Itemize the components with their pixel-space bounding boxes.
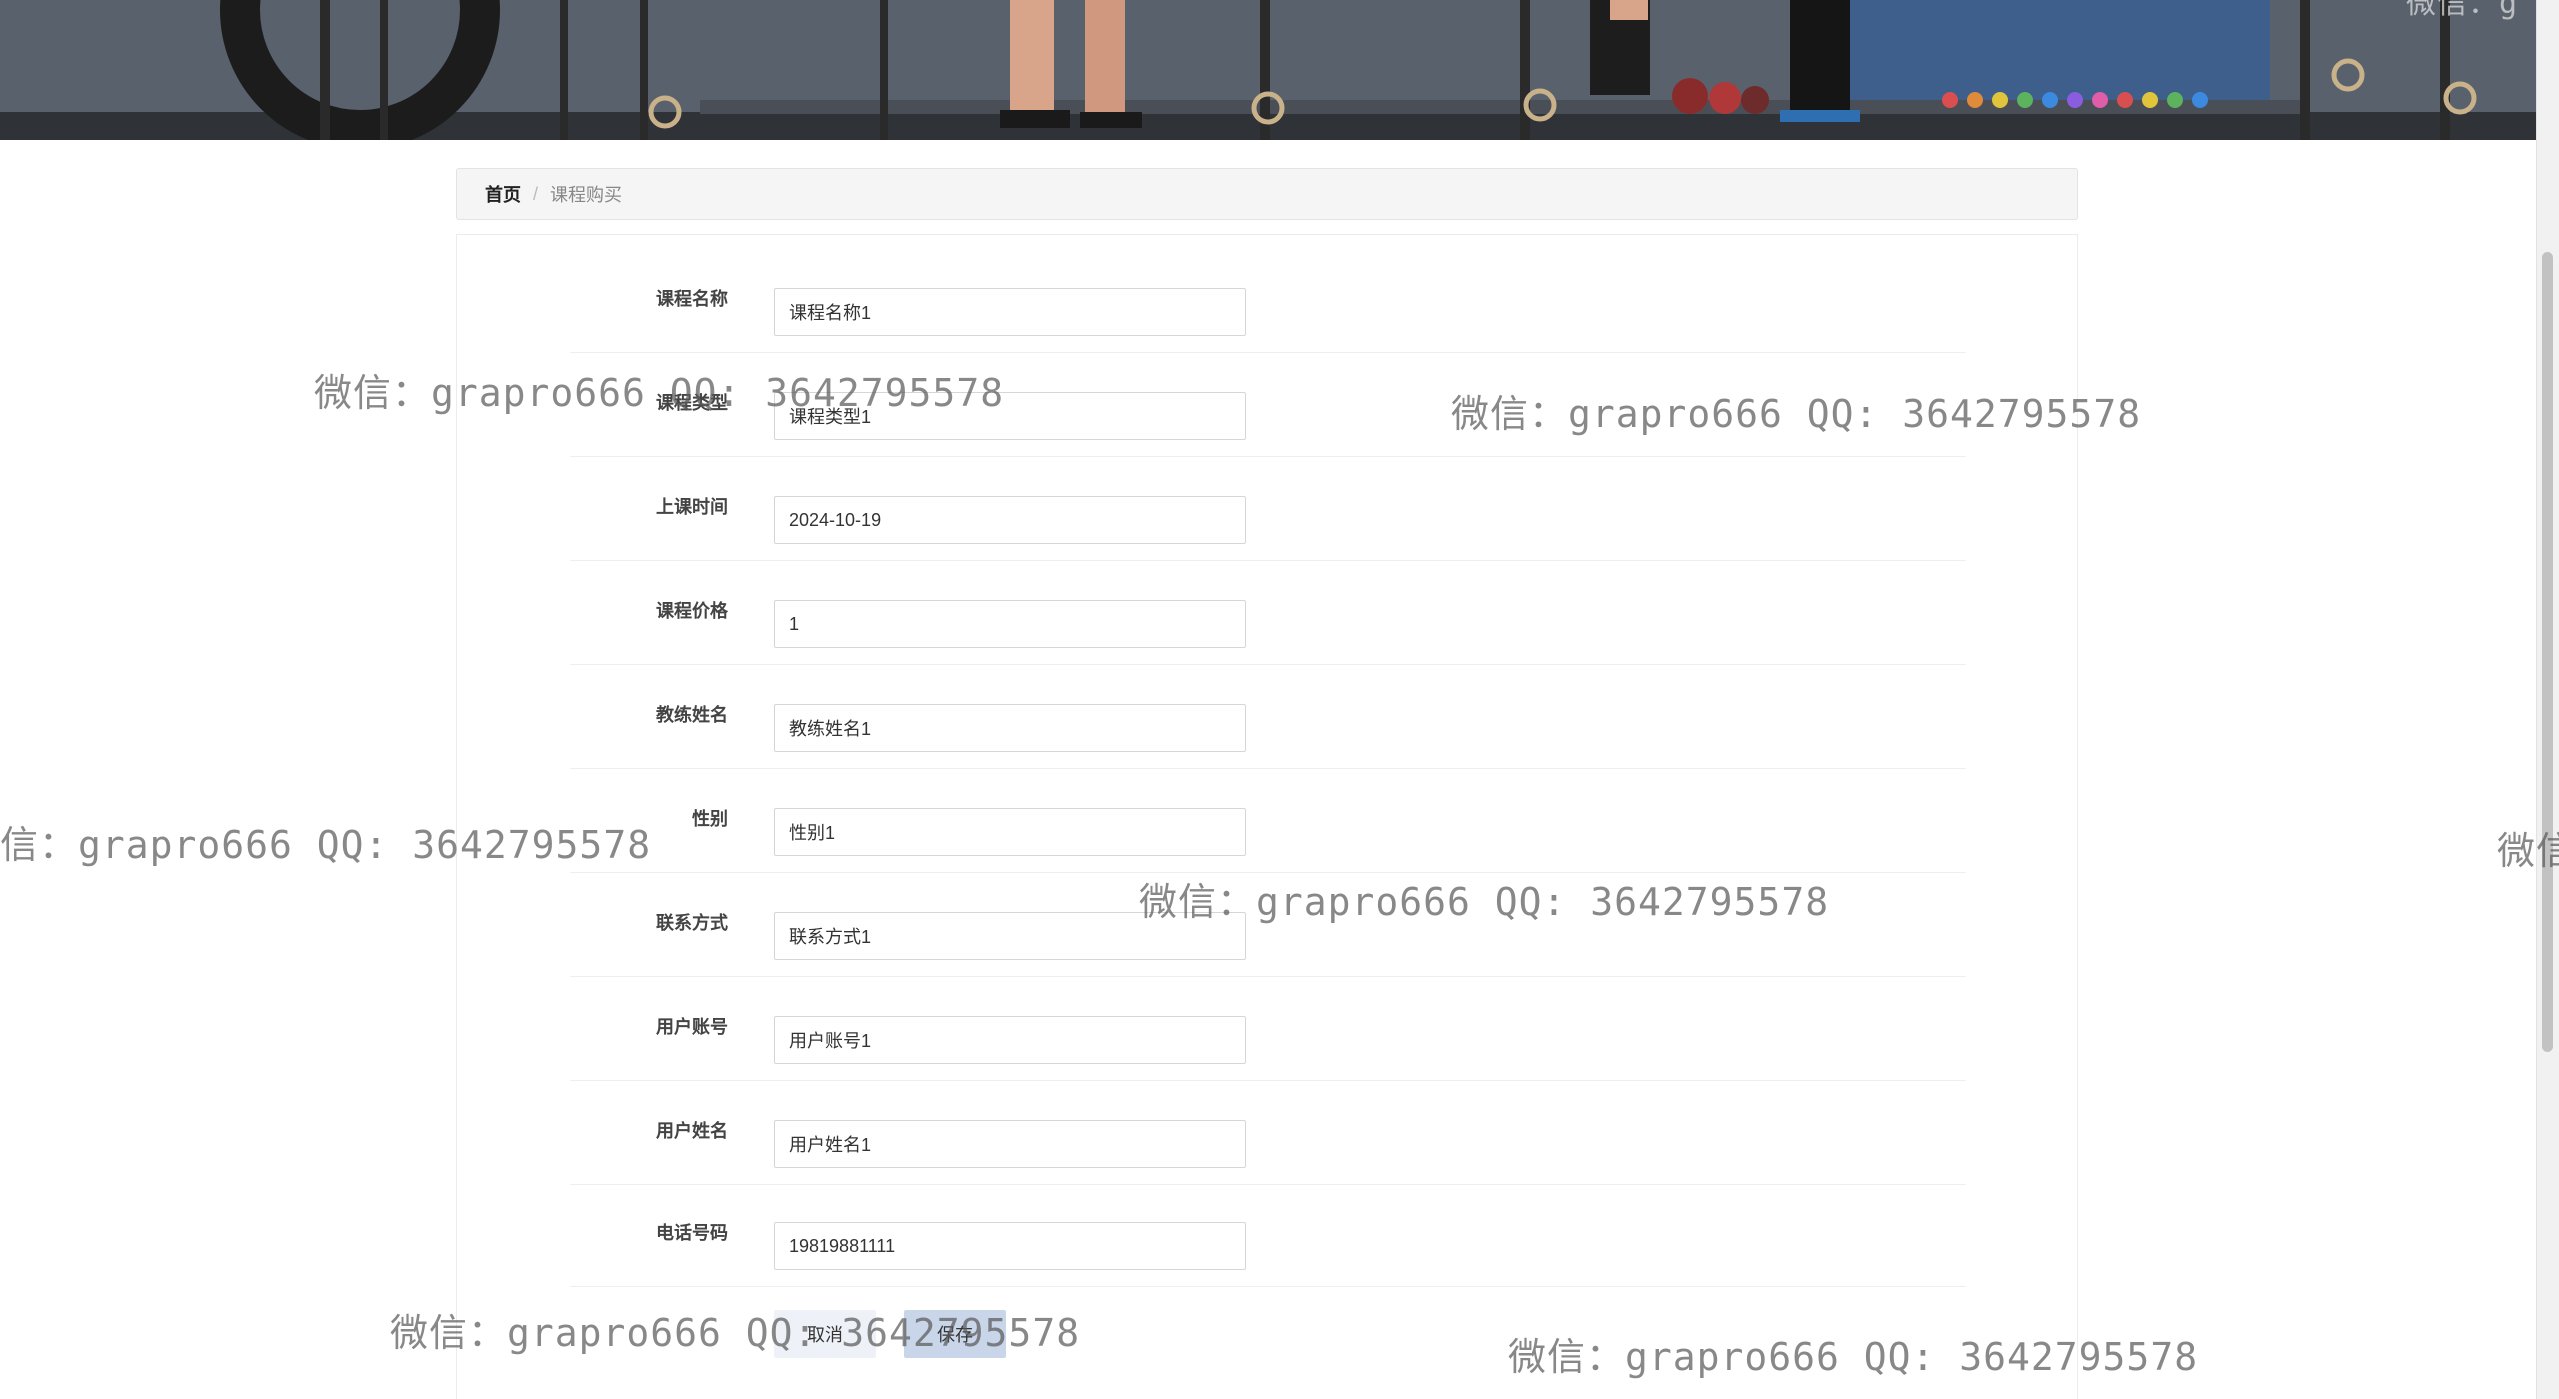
course-type-input[interactable] [774,392,1246,440]
phone-input[interactable] [774,1222,1246,1270]
field-label-course-name: 课程名称 [656,289,728,309]
field-label-course-price: 课程价格 [656,601,728,621]
gender-input[interactable] [774,808,1246,856]
hero-banner-image [0,0,2536,140]
form-row-gender: 性别 [570,768,1966,873]
gym-scene-illustration [0,0,2536,140]
field-label-gender: 性别 [692,809,728,829]
save-button[interactable]: 保存 [904,1310,1006,1358]
scrollbar-thumb[interactable] [2542,252,2553,1052]
form-row-class-time: 上课时间 [570,456,1966,561]
breadcrumb-home-link[interactable]: 首页 [485,181,521,207]
breadcrumb: 首页 / 课程购买 [456,168,2078,220]
form-row-course-type: 课程类型 [570,352,1966,457]
vertical-scrollbar[interactable] [2536,0,2559,1399]
field-label-course-type: 课程类型 [656,393,728,413]
field-label-user-name: 用户姓名 [656,1121,728,1141]
form-row-coach-name: 教练姓名 [570,664,1966,769]
course-price-input[interactable] [774,600,1246,648]
form-row-course-price: 课程价格 [570,560,1966,665]
field-label-user-account: 用户账号 [656,1017,728,1037]
field-label-class-time: 上课时间 [656,497,728,517]
user-name-input[interactable] [774,1120,1246,1168]
coach-name-input[interactable] [774,704,1246,752]
field-label-coach-name: 教练姓名 [656,705,728,725]
form-row-course-name: 课程名称 [570,248,1966,353]
form-row-user-account: 用户账号 [570,976,1966,1081]
form-row-phone: 电话号码 [570,1182,1966,1287]
class-time-input[interactable] [774,496,1246,544]
contact-input[interactable] [774,912,1246,960]
cancel-button[interactable]: 取消 [774,1310,876,1358]
breadcrumb-separator: / [533,183,539,204]
breadcrumb-current-page: 课程购买 [550,185,623,205]
form-row-contact: 联系方式 [570,872,1966,977]
page: 首页 / 课程购买 课程名称 课程类型 上课时间 课程价格 教练姓名 性别 联系… [0,0,2559,1399]
form-row-user-name: 用户姓名 [570,1080,1966,1185]
field-label-contact: 联系方式 [656,913,728,933]
user-account-input[interactable] [774,1016,1246,1064]
field-label-phone: 电话号码 [656,1223,728,1243]
form-buttons: 取消 保存 [774,1310,1006,1358]
course-name-input[interactable] [774,288,1246,336]
